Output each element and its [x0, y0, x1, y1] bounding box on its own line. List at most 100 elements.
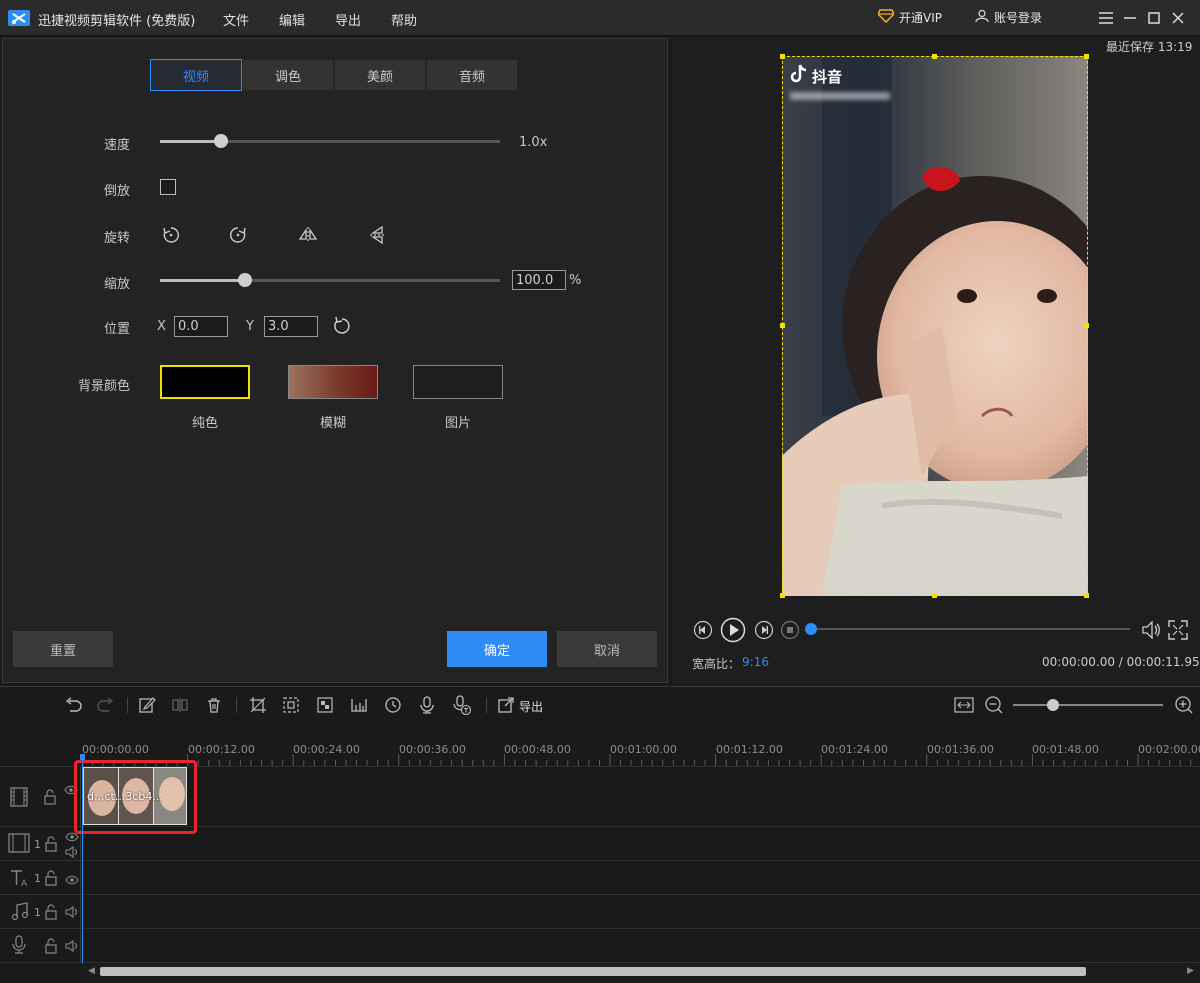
eye-icon[interactable]	[65, 874, 79, 888]
playhead[interactable]	[82, 756, 83, 963]
flip-horizontal-icon[interactable]	[297, 224, 319, 249]
export-label: 导出	[519, 700, 544, 714]
speaker-icon[interactable]	[65, 939, 79, 955]
play-icon[interactable]	[720, 617, 746, 646]
undo-icon[interactable]	[62, 694, 84, 716]
lock-icon[interactable]	[44, 904, 58, 923]
reset-position-icon[interactable]	[331, 315, 353, 340]
tab-audio[interactable]: 音频	[426, 59, 518, 91]
music-track[interactable]	[0, 895, 1200, 929]
hamburger-menu-icon[interactable]	[1096, 8, 1116, 28]
menu-help[interactable]: 帮助	[391, 10, 417, 29]
tab-beauty[interactable]: 美颜	[334, 59, 426, 91]
reverse-checkbox[interactable]	[160, 179, 176, 195]
zoom-slider[interactable]	[160, 279, 500, 282]
resize-handle[interactable]	[932, 54, 937, 59]
minimize-icon[interactable]	[1120, 8, 1140, 28]
resize-handle[interactable]	[780, 54, 785, 59]
tab-color[interactable]: 调色	[242, 59, 334, 91]
edit-icon[interactable]	[136, 694, 158, 716]
reset-button[interactable]: 重置	[13, 631, 113, 667]
rotate-left-icon[interactable]	[160, 224, 182, 249]
zoom-value-input[interactable]	[512, 270, 566, 290]
resize-canvas-icon[interactable]	[280, 694, 302, 716]
lock-icon[interactable]	[43, 789, 57, 808]
menu-edit[interactable]: 编辑	[279, 10, 305, 29]
login-button[interactable]: 账号登录	[975, 9, 1042, 26]
bg-option-solid[interactable]	[160, 365, 250, 399]
mosaic-icon[interactable]	[314, 694, 336, 716]
position-x-input[interactable]	[174, 316, 228, 337]
resize-handle[interactable]	[1084, 323, 1089, 328]
resize-handle[interactable]	[932, 593, 937, 598]
maximize-icon[interactable]	[1144, 8, 1164, 28]
zoom-in-icon[interactable]	[1173, 694, 1195, 716]
aspect-ratio[interactable]: 宽高比： 9:16	[692, 655, 769, 672]
fullscreen-icon[interactable]	[1167, 619, 1189, 644]
timeline-zoom-handle[interactable]	[1047, 699, 1059, 711]
speed-slider[interactable]	[160, 140, 500, 143]
split-icon[interactable]	[169, 694, 191, 716]
toolbar-divider	[127, 697, 128, 713]
y-label: Y	[246, 319, 254, 334]
cancel-button[interactable]: 取消	[557, 631, 657, 667]
bg-option-image[interactable]	[413, 365, 503, 399]
position-y-input[interactable]	[264, 316, 318, 337]
watermark: 抖音	[790, 64, 842, 88]
text-track-icon: A	[10, 868, 30, 891]
microphone-icon[interactable]	[416, 694, 438, 716]
lock-icon[interactable]	[44, 938, 58, 957]
playback-progress-bar[interactable]	[811, 628, 1130, 630]
bg-option-blur[interactable]	[288, 365, 378, 399]
track-number: 1	[34, 872, 41, 885]
audio-wave-icon[interactable]	[348, 694, 370, 716]
video-preview[interactable]: 抖音	[782, 56, 1088, 596]
clock-icon[interactable]	[382, 694, 404, 716]
watermark-text: 抖音	[812, 67, 843, 86]
playback-progress-handle[interactable]	[805, 623, 817, 635]
stop-icon[interactable]	[780, 620, 800, 643]
tab-video[interactable]: 视频	[150, 59, 242, 91]
timeline-zoom-slider[interactable]	[1013, 704, 1163, 706]
menu-file[interactable]: 文件	[223, 10, 249, 29]
resize-handle[interactable]	[780, 593, 785, 598]
x-label: X	[157, 319, 166, 334]
next-frame-icon[interactable]	[754, 620, 774, 643]
last-saved: 最近保存 13:19	[1106, 40, 1193, 54]
resize-handle[interactable]	[1084, 54, 1089, 59]
fit-timeline-icon[interactable]	[953, 694, 975, 716]
vip-label: 开通VIP	[899, 11, 942, 25]
position-label: 位置	[104, 322, 131, 337]
scrollbar-thumb[interactable]	[100, 967, 1086, 976]
speaker-icon[interactable]	[65, 905, 79, 921]
redo-icon[interactable]	[95, 694, 117, 716]
menu-export[interactable]: 导出	[335, 10, 361, 29]
text-track[interactable]	[0, 861, 1200, 895]
speed-slider-fill	[160, 140, 222, 143]
flip-vertical-icon[interactable]	[367, 224, 389, 249]
resize-handle[interactable]	[780, 323, 785, 328]
speaker-icon[interactable]	[65, 845, 79, 861]
resize-handle[interactable]	[1084, 593, 1089, 598]
voice-track[interactable]	[0, 929, 1200, 963]
scroll-right-arrow-icon[interactable]: ▶	[1187, 966, 1194, 976]
crop-icon[interactable]	[247, 694, 269, 716]
vip-button[interactable]: 开通VIP	[877, 9, 942, 26]
prev-frame-icon[interactable]	[693, 620, 713, 643]
zoom-out-icon[interactable]	[983, 694, 1005, 716]
property-tabs: 视频 调色 美颜 音频	[150, 59, 518, 91]
time-current: 00:00:00.00	[1042, 655, 1115, 669]
scroll-left-arrow-icon[interactable]: ◀	[88, 966, 95, 976]
confirm-button[interactable]: 确定	[447, 631, 547, 667]
playhead-handle[interactable]	[80, 754, 85, 760]
voice-to-text-icon[interactable]	[451, 694, 473, 716]
clip-highlight-frame	[74, 760, 197, 834]
delete-icon[interactable]	[203, 694, 225, 716]
volume-icon[interactable]	[1140, 619, 1162, 644]
zoom-slider-handle[interactable]	[238, 273, 252, 287]
rotate-right-icon[interactable]	[227, 224, 249, 249]
lock-icon[interactable]	[44, 870, 58, 889]
lock-icon[interactable]	[44, 836, 58, 855]
export-button[interactable]: 导出	[497, 696, 543, 717]
close-icon[interactable]	[1168, 8, 1188, 28]
